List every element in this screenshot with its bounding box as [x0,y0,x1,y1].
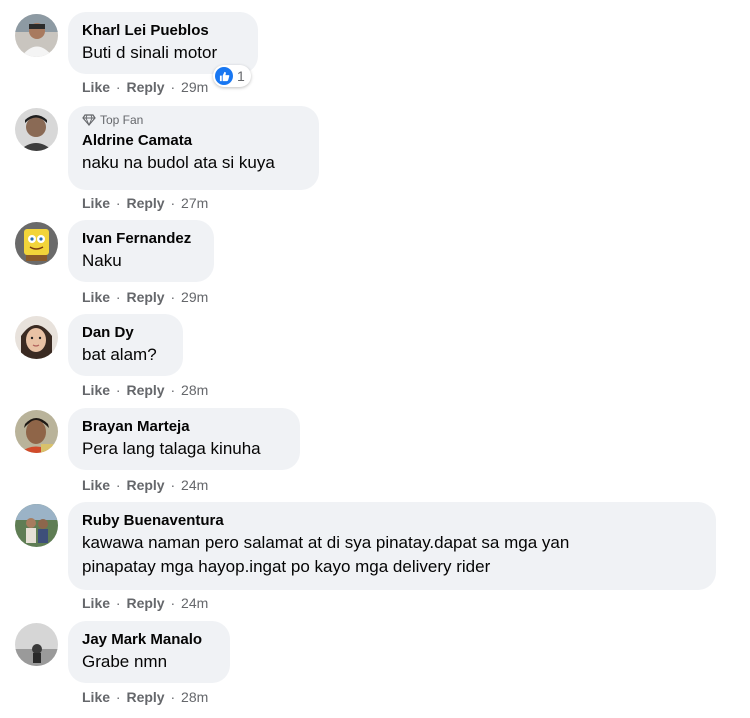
comment-bubble: Jay Mark Manalo Grabe nmn [68,621,230,683]
comment-time[interactable]: 28m [181,382,208,398]
comment-actions: Like · Reply · 27m [82,195,208,211]
comment-actions: Like · Reply · 29m [82,79,208,95]
comment-text: bat alam? [82,345,157,364]
reply-link[interactable]: Reply [126,289,164,305]
comment-text: Pera lang talaga kinuha [82,439,261,458]
comment-text: kawawa naman pero salamat at di sya pina… [82,531,702,579]
separator: · [115,382,121,398]
avatar[interactable] [15,410,58,453]
separator: · [170,689,176,705]
comment-time[interactable]: 24m [181,595,208,611]
comment-text-line: pinapatay mga hayop.ingat po kayo mga de… [82,557,491,576]
top-fan-badge: Top Fan [82,113,305,127]
comment-bubble: Dan Dy bat alam? [68,314,183,376]
like-link[interactable]: Like [82,382,110,398]
comment-text: naku na budol ata si kuya [82,153,275,172]
comment-author[interactable]: Brayan Marteja [82,417,286,436]
reaction-count: 1 [237,68,245,84]
avatar[interactable] [15,222,58,265]
reply-link[interactable]: Reply [126,689,164,705]
separator: · [115,79,121,95]
comment-actions: Like · Reply · 29m [82,289,208,305]
comment-author[interactable]: Ruby Buenaventura [82,511,702,530]
separator: · [115,477,121,493]
comment-text: Naku [82,251,122,270]
reaction-badge[interactable]: 1 [213,65,251,87]
avatar[interactable] [15,108,58,151]
separator: · [170,195,176,211]
comment-actions: Like · Reply · 24m [82,595,208,611]
comment-text: Buti d sinali motor [82,43,218,62]
comment-time[interactable]: 27m [181,195,208,211]
separator: · [170,382,176,398]
separator: · [170,289,176,305]
reply-link[interactable]: Reply [126,195,164,211]
comment-time[interactable]: 24m [181,477,208,493]
separator: · [115,289,121,305]
comment-author[interactable]: Aldrine Camata [82,131,305,150]
separator: · [170,595,176,611]
comment-author[interactable]: Dan Dy [82,323,169,342]
reply-link[interactable]: Reply [126,477,164,493]
comment-text-line: kawawa naman pero salamat at di sya pina… [82,533,570,552]
comment-time[interactable]: 29m [181,289,208,305]
diamond-icon [82,114,96,126]
comment-author[interactable]: Kharl Lei Pueblos [82,21,244,40]
like-link[interactable]: Like [82,477,110,493]
comment-time[interactable]: 29m [181,79,208,95]
comment-bubble: Top Fan Aldrine Camata naku na budol ata… [68,106,319,190]
avatar[interactable] [15,316,58,359]
like-link[interactable]: Like [82,79,110,95]
comment-actions: Like · Reply · 28m [82,689,208,705]
separator: · [170,477,176,493]
reply-link[interactable]: Reply [126,382,164,398]
comment-author[interactable]: Ivan Fernandez [82,229,200,248]
like-link[interactable]: Like [82,195,110,211]
comment-actions: Like · Reply · 28m [82,382,208,398]
comment-author[interactable]: Jay Mark Manalo [82,630,216,649]
comment-text: Grabe nmn [82,652,168,671]
comment-bubble: Ruby Buenaventura kawawa naman pero sala… [68,502,716,590]
separator: · [115,195,121,211]
reply-link[interactable]: Reply [126,79,164,95]
comment-actions: Like · Reply · 24m [82,477,208,493]
avatar[interactable] [15,14,58,57]
like-link[interactable]: Like [82,289,110,305]
comment-bubble: Ivan Fernandez Naku [68,220,214,282]
comment-bubble: Brayan Marteja Pera lang talaga kinuha [68,408,300,470]
separator: · [115,689,121,705]
separator: · [170,79,176,95]
comment-time[interactable]: 28m [181,689,208,705]
reply-link[interactable]: Reply [126,595,164,611]
avatar[interactable] [15,623,58,666]
like-link[interactable]: Like [82,689,110,705]
avatar[interactable] [15,504,58,547]
top-fan-label: Top Fan [100,113,144,127]
thumbs-up-icon [215,67,233,85]
separator: · [115,595,121,611]
like-link[interactable]: Like [82,595,110,611]
